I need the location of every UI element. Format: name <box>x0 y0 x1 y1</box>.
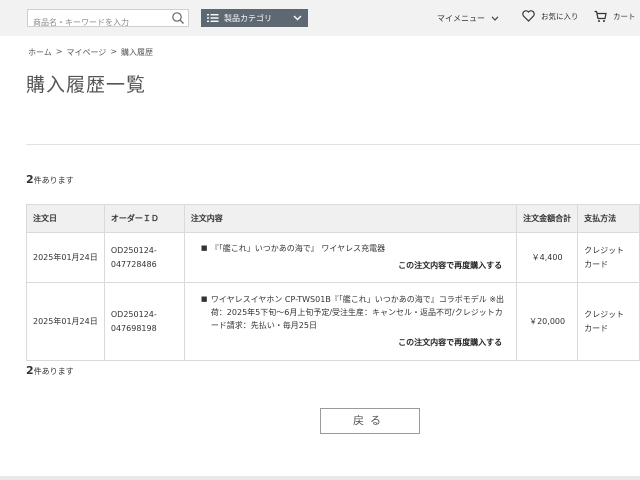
order-date-text: 2025年01月24日 <box>33 316 98 326</box>
order-content: ■ 『「艦これ」いつかあの海で』 ワイヤレス充電器 この注文内容で再度購入する <box>183 232 518 283</box>
order-date-text: 2025年01月24日 <box>33 252 98 262</box>
page-title: 購入履歴一覧 <box>26 74 147 96</box>
breadcrumb-separator: > <box>110 47 118 56</box>
order-date: 2025年01月24日 <box>26 282 105 361</box>
order-item-title[interactable]: ワイヤレスイヤホン CP-TWS01B『「艦これ」いつかあの海で』コラボモデル … <box>211 293 510 332</box>
order-total: ￥20,000 <box>516 282 579 361</box>
header-bar: 製品カテゴリ マイメニュー お気に入り カート <box>0 0 640 36</box>
category-label: 製品カテゴリ <box>224 13 272 23</box>
order-id-line: 047698198 <box>110 323 157 333</box>
header-order-content: 注文内容 <box>183 204 518 233</box>
table-header-row: 注文日 オーダーＩＤ 注文内容 注文金額合計 支払方法 <box>26 204 640 233</box>
cart-label: カート <box>613 12 636 21</box>
rebuy-link[interactable]: この注文内容で再度購入する <box>191 336 510 350</box>
result-count-number: 2 <box>26 173 34 186</box>
breadcrumb-home[interactable]: ホーム <box>28 47 52 58</box>
search-input[interactable] <box>28 14 166 31</box>
header-order-id: オーダーＩＤ <box>103 204 185 233</box>
cart-icon <box>594 10 607 22</box>
heart-icon <box>522 10 535 22</box>
order-total: ￥4,400 <box>516 232 579 283</box>
header-order-total: 注文金額合計 <box>516 204 579 233</box>
result-count-suffix: 件あります <box>33 176 74 185</box>
category-dropdown[interactable]: 製品カテゴリ <box>201 9 308 27</box>
bullet-icon: ■ <box>200 244 208 252</box>
result-count-bottom: 2件あります <box>26 364 74 377</box>
search-box <box>27 9 189 31</box>
mymenu-label: マイメニュー <box>437 14 485 23</box>
payment-method-line: カード <box>584 323 609 333</box>
payment-method: クレジット カード <box>577 282 640 361</box>
order-content: ■ ワイヤレスイヤホン CP-TWS01B『「艦これ」いつかあの海で』コラボモデ… <box>183 282 518 361</box>
payment-method-line: クレジット <box>584 245 625 255</box>
order-id: OD250124- 047728486 <box>103 232 185 283</box>
chevron-down-icon <box>491 16 499 21</box>
order-id-line: OD250124- <box>110 245 157 255</box>
favorites-label: お気に入り <box>541 11 579 21</box>
favorites-link[interactable]: お気に入り <box>522 10 579 22</box>
chevron-down-icon <box>293 15 302 21</box>
cart-link[interactable]: カート <box>594 10 636 23</box>
payment-method-line: カード <box>584 259 609 269</box>
back-button[interactable]: 戻る <box>320 408 420 434</box>
search-icon[interactable] <box>171 11 185 25</box>
order-total-text: ￥20,000 <box>529 316 566 326</box>
order-id-line: OD250124- <box>110 309 157 319</box>
list-icon <box>207 14 219 22</box>
mymenu-dropdown[interactable]: マイメニュー <box>437 13 499 24</box>
result-count-number: 2 <box>26 364 34 377</box>
orders-table: 注文日 オーダーＩＤ 注文内容 注文金額合計 支払方法 2025年01月24日 … <box>26 204 640 361</box>
payment-method-line: クレジット <box>584 309 625 319</box>
result-count-suffix: 件あります <box>33 367 74 376</box>
footer-strip <box>0 476 640 480</box>
order-id: OD250124- 047698198 <box>103 282 185 361</box>
header-order-date: 注文日 <box>26 204 105 233</box>
breadcrumb-mypage[interactable]: マイページ <box>66 47 106 58</box>
breadcrumb: ホーム > マイページ > 購入履歴 <box>28 47 153 58</box>
order-date: 2025年01月24日 <box>26 232 105 283</box>
order-item: ■ ワイヤレスイヤホン CP-TWS01B『「艦これ」いつかあの海で』コラボモデ… <box>191 293 510 332</box>
breadcrumb-current: 購入履歴 <box>121 48 154 57</box>
result-count-top: 2件あります <box>26 173 74 186</box>
rebuy-link[interactable]: この注文内容で再度購入する <box>191 259 510 273</box>
header-payment-method: 支払方法 <box>577 204 640 233</box>
order-total-text: ￥4,400 <box>531 252 563 262</box>
payment-method: クレジット カード <box>577 232 640 283</box>
table-row: 2025年01月24日 OD250124- 047728486 ■ 『「艦これ」… <box>26 232 640 283</box>
order-item: ■ 『「艦これ」いつかあの海で』 ワイヤレス充電器 <box>191 242 510 255</box>
table-row: 2025年01月24日 OD250124- 047698198 ■ ワイヤレスイ… <box>26 282 640 361</box>
order-id-line: 047728486 <box>110 259 157 269</box>
bullet-icon: ■ <box>200 295 208 303</box>
order-item-title[interactable]: 『「艦これ」いつかあの海で』 ワイヤレス充電器 <box>211 242 385 255</box>
divider <box>26 144 640 145</box>
breadcrumb-separator: > <box>55 47 63 56</box>
